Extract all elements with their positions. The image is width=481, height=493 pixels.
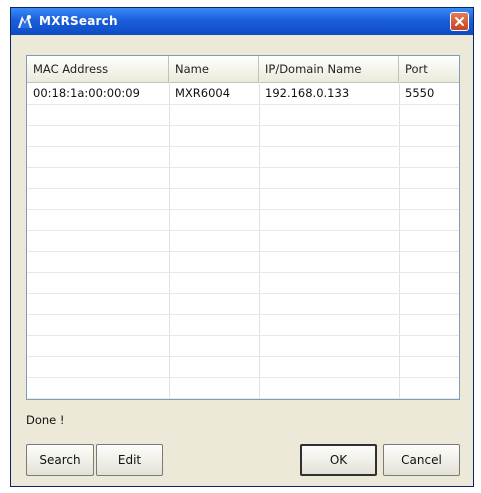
row-gridline [27, 314, 459, 315]
cell-ip-domain-name: 192.168.0.133 [265, 86, 350, 100]
row-gridline [27, 146, 459, 147]
row-gridline [27, 167, 459, 168]
column-divider [259, 82, 260, 399]
row-gridline [27, 125, 459, 126]
column-divider [169, 82, 170, 399]
table-row[interactable]: 00:18:1a:00:00:09 MXR6004 192.168.0.133 … [27, 83, 459, 103]
row-gridline [27, 230, 459, 231]
cell-mac-address: 00:18:1a:00:00:09 [33, 86, 140, 100]
row-gridline [27, 209, 459, 210]
ok-button[interactable]: OK [300, 444, 377, 476]
row-gridline [27, 251, 459, 252]
row-gridline [27, 377, 459, 378]
device-list[interactable]: MAC Address Name IP/Domain Name Port 00:… [26, 55, 460, 400]
title-bar[interactable]: MXRSearch [11, 8, 473, 35]
column-header-ip-domain-name[interactable]: IP/Domain Name [259, 56, 399, 82]
row-gridline [27, 104, 459, 105]
list-header: MAC Address Name IP/Domain Name Port [27, 56, 459, 83]
row-gridline [27, 293, 459, 294]
column-header-mac-address[interactable]: MAC Address [27, 56, 169, 82]
row-gridline [27, 398, 459, 399]
status-text: Done ! [26, 413, 65, 427]
column-divider [399, 82, 400, 399]
mxr-search-window: MXRSearch MAC Address Name IP/Domain Nam… [10, 7, 474, 487]
row-gridline [27, 272, 459, 273]
row-gridline [27, 188, 459, 189]
mxr-app-icon [18, 15, 32, 28]
row-gridline [27, 356, 459, 357]
row-gridline [27, 335, 459, 336]
window-title: MXRSearch [39, 14, 118, 28]
close-button[interactable] [450, 12, 469, 31]
cell-name: MXR6004 [175, 86, 231, 100]
close-icon [455, 17, 464, 26]
cancel-button[interactable]: Cancel [383, 444, 460, 476]
search-button[interactable]: Search [26, 444, 94, 476]
cell-port: 5550 [405, 86, 435, 100]
edit-button[interactable]: Edit [96, 444, 163, 476]
column-header-port[interactable]: Port [399, 56, 459, 82]
column-header-name[interactable]: Name [169, 56, 259, 82]
